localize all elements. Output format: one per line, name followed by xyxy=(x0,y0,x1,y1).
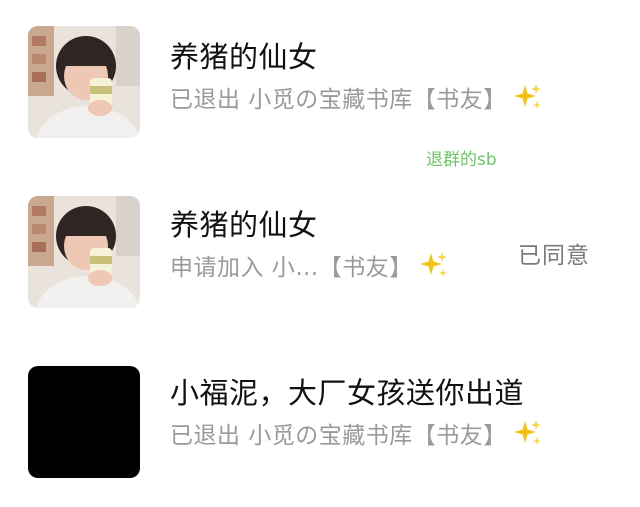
girl-photo-avatar-icon xyxy=(28,26,140,138)
avatar[interactable] xyxy=(28,196,140,308)
request-subtitle: 已退出 小觅の宝藏书库【书友】 xyxy=(170,80,543,114)
request-subtitle-text: 申请加入 小…【书友】 xyxy=(170,255,413,281)
sparkles-icon xyxy=(419,252,447,277)
request-row-1[interactable]: 养猪的仙女 已退出 小觅の宝藏书库【书友】 退群的sb xyxy=(0,0,640,170)
request-subtitle: 已退出 小觅の宝藏书库【书友】 xyxy=(170,416,543,450)
request-row-2[interactable]: 养猪的仙女 申请加入 小…【书友】 已同意 xyxy=(0,170,640,340)
black-avatar-icon[interactable] xyxy=(28,366,140,478)
request-subtitle-text: 已退出 小觅の宝藏书库【书友】 xyxy=(170,423,507,449)
sparkles-icon xyxy=(513,84,541,109)
requester-name: 养猪的仙女 xyxy=(170,208,318,242)
request-row-3[interactable]: 小福泥，大厂女孩送你出道 已退出 小觅の宝藏书库【书友】 xyxy=(0,340,640,507)
avatar[interactable] xyxy=(28,26,140,138)
request-subtitle: 申请加入 小…【书友】 xyxy=(170,248,449,282)
sparkles-icon xyxy=(513,420,541,445)
request-status: 已同意 xyxy=(518,243,590,269)
request-subtitle-text: 已退出 小觅の宝藏书库【书友】 xyxy=(170,87,507,113)
requester-name: 养猪的仙女 xyxy=(170,40,318,74)
remark-note: 退群的sb xyxy=(426,150,497,170)
girl-photo-avatar-icon xyxy=(28,196,140,308)
requester-name: 小福泥，大厂女孩送你出道 xyxy=(170,376,525,410)
